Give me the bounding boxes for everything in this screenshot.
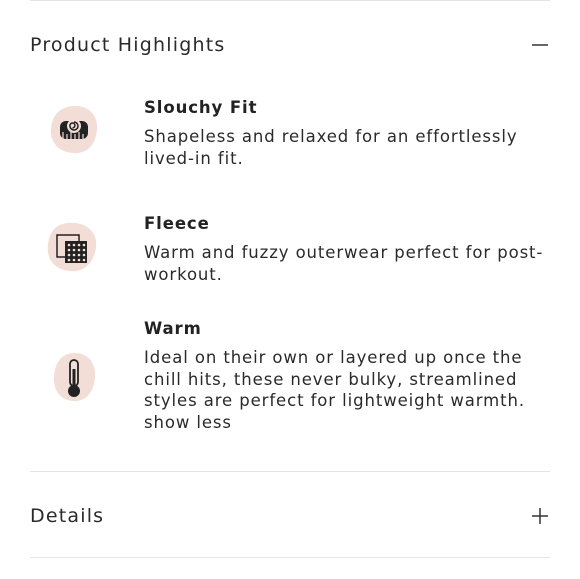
top-divider <box>30 0 550 1</box>
highlight-title: Warm <box>144 319 202 338</box>
highlight-title: Fleece <box>144 214 210 233</box>
highlight-title: Slouchy Fit <box>144 98 258 117</box>
product-highlights-header[interactable]: Product Highlights <box>30 32 550 58</box>
section-divider <box>30 471 550 472</box>
highlight-description: Shapeless and relaxed for an effortlessl… <box>144 127 518 168</box>
highlight-description-text: Ideal on their own or layered up once th… <box>144 348 526 410</box>
details-header[interactable]: Details <box>30 503 550 529</box>
highlight-item-fleece: Fleece Warm and fuzzy outerwear perfect … <box>30 214 550 294</box>
highlight-description: Warm and fuzzy outerwear perfect for pos… <box>144 243 544 284</box>
highlight-item-warm: Warm Ideal on their own or layered up on… <box>30 319 550 439</box>
minus-icon[interactable] <box>530 35 550 55</box>
fleece-fabric-icon <box>47 222 97 272</box>
plus-icon[interactable] <box>530 506 550 526</box>
highlight-description: Ideal on their own or layered up once th… <box>144 347 554 433</box>
highlight-item-slouchy-fit: Slouchy Fit Shapeless and relaxed for an… <box>30 98 550 178</box>
thermometer-icon <box>53 353 96 402</box>
details-title: Details <box>30 505 105 527</box>
bottom-divider <box>30 557 550 558</box>
measuring-tape-icon <box>50 105 98 154</box>
product-highlights-title: Product Highlights <box>30 34 226 56</box>
show-less-link[interactable]: show less <box>144 412 554 434</box>
